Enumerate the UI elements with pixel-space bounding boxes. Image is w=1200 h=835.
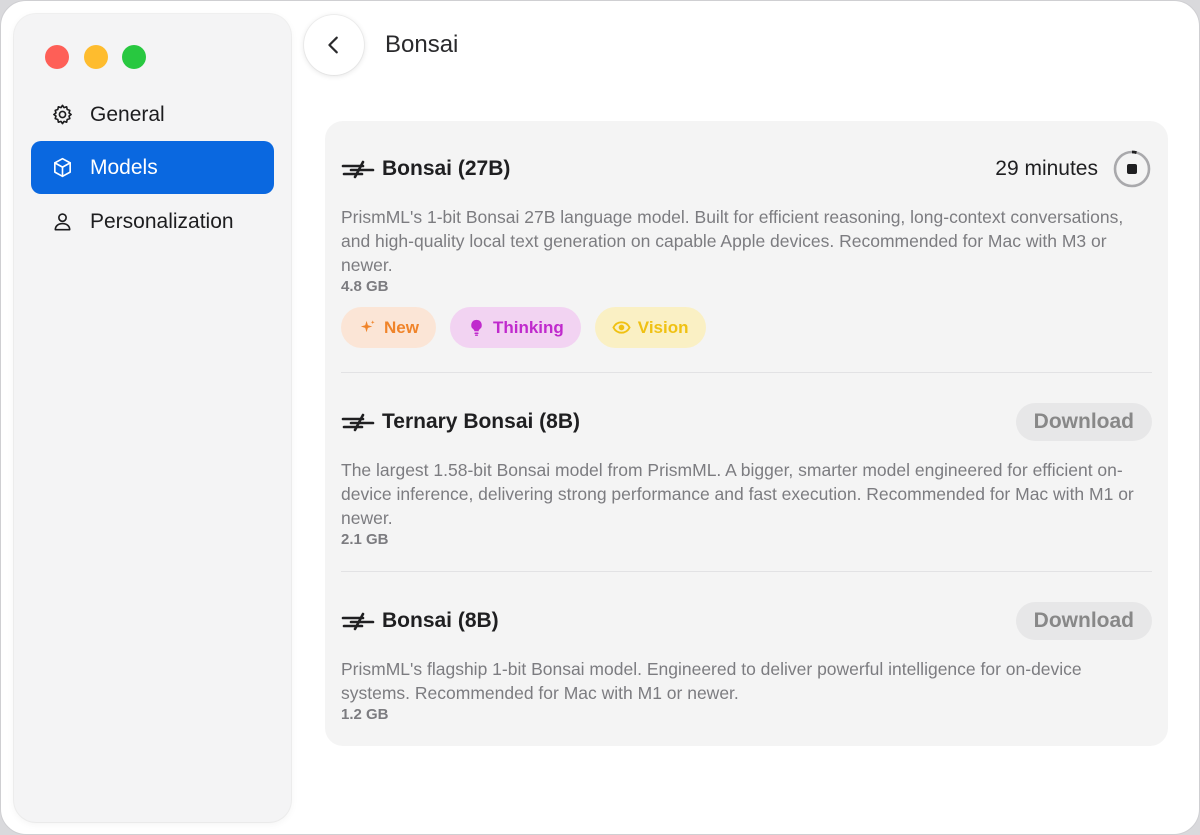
tag-label: Vision [637,317,689,337]
chevron-left-icon [328,36,338,54]
prismml-logo-icon [341,411,375,433]
model-description: The largest 1.58-bit Bonsai model from P… [341,460,1134,528]
model-size: 2.1 GB [341,531,389,548]
download-button[interactable]: Download [1015,602,1152,640]
model-name: Bonsai (27B) [382,157,511,180]
eye-icon [612,321,631,334]
model-name: Ternary Bonsai (8B) [382,410,580,433]
model-size: 1.2 GB [341,706,389,723]
tag-thinking: Thinking [449,307,581,348]
model-size: 4.8 GB [341,278,389,295]
sidebar-item-models[interactable]: Models [31,141,274,194]
minimize-window-button[interactable] [84,45,108,69]
lightbulb-icon [471,319,482,336]
tag-new: New [341,307,436,348]
model-description: PrismML's 1-bit Bonsai 27B language mode… [341,207,1124,275]
tag-label: Thinking [492,317,564,337]
model-card-bonsai-27b: Bonsai (27B) 29 minutes PrismML's 1-bit … [341,149,1152,348]
model-tags: New Thinking Vision [341,307,1152,348]
model-name: Bonsai (8B) [382,609,499,632]
close-window-button[interactable] [45,45,69,69]
sidebar-item-general[interactable]: General [31,88,274,141]
sidebar-item-label: Personalization [90,209,234,233]
tag-label: New [384,317,419,337]
settings-window: General Models Personalization Bonsai Bo… [0,0,1200,835]
page-title: Bonsai [385,31,459,58]
sparkle-icon [360,320,375,333]
divider [341,372,1152,373]
stop-download-button[interactable] [1112,149,1152,189]
cube-icon [50,156,74,180]
zoom-window-button[interactable] [122,45,146,69]
back-button[interactable] [304,15,364,75]
download-button[interactable]: Download [1015,403,1152,441]
prismml-logo-icon [341,610,375,632]
sidebar-item-label: Models [90,155,158,179]
tag-vision: Vision [594,307,706,348]
download-time-remaining: 29 minutes [995,157,1098,180]
divider [341,571,1152,572]
model-card-bonsai-8b: Bonsai (8B) Download PrismML's flagship … [341,601,1152,723]
sidebar-item-personalization[interactable]: Personalization [31,195,274,248]
prismml-logo-icon [341,158,375,180]
gear-icon [50,103,74,127]
sidebar: General Models Personalization [14,14,291,822]
person-icon [50,210,74,234]
model-card-ternary-bonsai-8b: Ternary Bonsai (8B) Download The largest… [341,402,1152,548]
models-panel: Bonsai (27B) 29 minutes PrismML's 1-bit … [325,121,1168,746]
stop-icon [1113,150,1151,188]
sidebar-item-label: General [90,102,165,126]
model-description: PrismML's flagship 1-bit Bonsai model. E… [341,659,1082,703]
